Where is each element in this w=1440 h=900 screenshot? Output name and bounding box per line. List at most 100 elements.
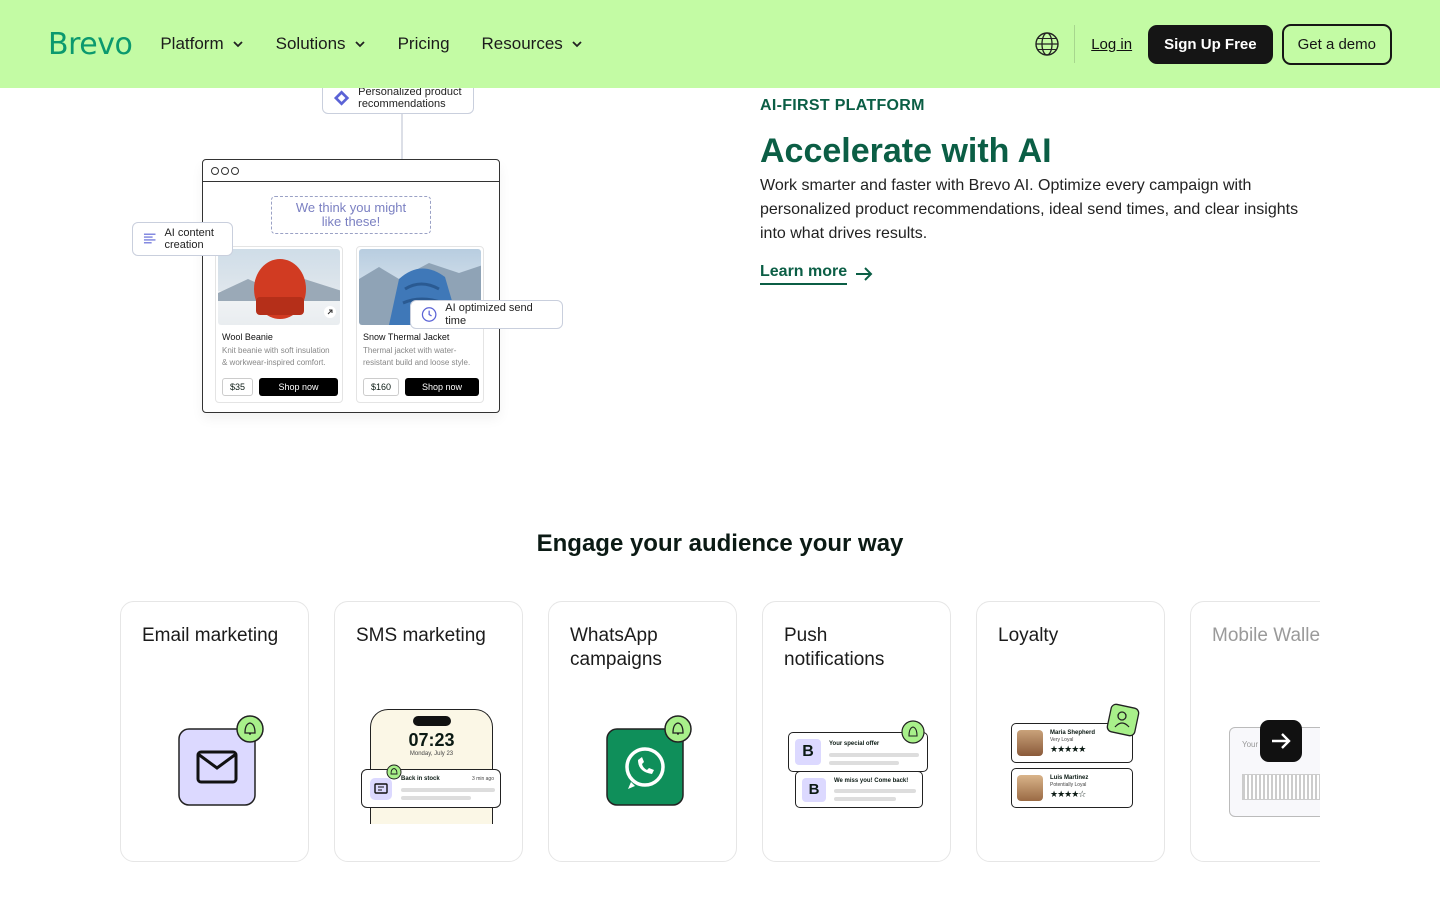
channel-cards: Email marketing SMS marketing 07:23 Mond… [120,601,1320,863]
top-navbar: Brevo Platform Solutions Pricing Resourc… [0,0,1440,88]
card-push-notifications[interactable]: Push notifications B Your special offer … [762,601,951,862]
send-time-badge: AI optimized send time [410,300,563,329]
whatsapp-icon [606,715,692,806]
bell-icon [386,764,402,780]
member-status: Potentially Loyal [1050,782,1087,788]
brevo-b-icon: B [795,739,821,765]
card-email-marketing[interactable]: Email marketing [120,601,309,862]
nav-pricing-label: Pricing [397,34,450,53]
product-title: Snow Thermal Jacket [363,332,450,342]
beanie-image [218,249,340,325]
sign-up-button[interactable]: Sign Up Free [1148,24,1273,64]
login-link[interactable]: Log in [1091,36,1132,53]
member-name: Luis Martinez [1050,775,1089,781]
send-time-badge-label: AI optimized send time [445,302,533,327]
section-eyebrow: AI-FIRST PLATFORM [760,97,925,114]
placeholder-line [834,789,916,793]
card-title: WhatsApp campaigns [570,625,662,670]
phone-notch [412,716,451,726]
phone-date: Monday, July 23 [409,751,454,757]
suggestion-text: We think you might like these! [271,196,431,234]
nav-solutions[interactable]: Solutions [276,34,366,54]
arrow-right-icon [1272,733,1291,749]
ai-content-badge: AI content creation [132,222,233,256]
card-title: Loyalty [998,625,1059,646]
user-badge-icon [1106,703,1140,737]
window-dot [221,166,229,175]
product-actions: $160 Shop now [363,378,479,396]
loyalty-member-card: Luis Martinez Potentially Loyal ★★★★☆ [1011,768,1133,808]
suggestion-line-1: We think you might [295,200,407,215]
product-actions: $35 Shop now [222,378,338,396]
avatar [1017,775,1043,801]
arrow-right-icon [856,267,873,281]
recommendation-badge-label: Personalized product recommendations [358,85,462,110]
header-divider [1074,25,1076,63]
card-sms-marketing[interactable]: SMS marketing 07:23 Monday, July 23 Back… [334,601,523,862]
card-mobile-wallet[interactable]: Mobile Walle Your [1190,601,1320,862]
product-description: Thermal jacket with water-resistant buil… [363,346,471,367]
email-preview-window: We think you might like these! Wool Bean… [202,159,500,413]
nav-pricing[interactable]: Pricing [398,34,450,54]
chevron-down-icon [354,41,365,48]
push-title: Your special offer [829,741,880,747]
notification-time: 3 min ago [472,776,494,782]
learn-more-link[interactable]: Learn more [760,263,873,285]
placeholder-line [829,761,899,765]
push-title: We miss you! Come back! [834,778,909,784]
window-dot [231,166,239,175]
placeholder-line [829,753,919,757]
card-whatsapp[interactable]: WhatsApp campaigns [548,601,737,862]
nav-resources[interactable]: Resources [482,34,583,54]
bell-icon [901,720,925,744]
product-card: Wool Beanie Knit beanie with soft insula… [215,246,343,403]
next-arrow-button[interactable] [1260,720,1302,762]
card-loyalty[interactable]: Loyalty Maria Shepherd Very Loyal ★★★★★ … [976,601,1165,862]
card-title: Email marketing [142,625,279,646]
nav-platform[interactable]: Platform [160,34,243,54]
nav-solutions-label: Solutions [275,34,346,53]
nav-platform-label: Platform [160,34,224,53]
brevo-b-icon: B [802,778,826,802]
window-dot [211,166,219,175]
learn-more-label: Learn more [760,263,848,285]
card-title: SMS marketing [356,625,486,646]
chevron-down-icon [572,41,582,48]
clock-icon [421,307,437,322]
member-status: Very Loyal [1050,737,1074,743]
text-lines-icon [143,233,156,244]
chat-icon [370,778,392,800]
ai-content-badge-label: AI content creation [164,226,214,251]
suggestion-line-2: like these! [321,214,381,229]
channels-title: Engage your audience your way [536,530,904,557]
member-name: Maria Shepherd [1050,730,1096,736]
push-notification: B We miss you! Come back! [795,771,923,808]
notification-title: Back in stock [401,776,440,782]
avatar [1017,730,1043,756]
wallet-text: Your [1242,740,1259,749]
placeholder-line [834,797,896,801]
sms-notification: Back in stock 3 min ago [361,764,501,808]
shop-now-button[interactable]: Shop now [259,378,338,396]
main-nav: Platform Solutions Pricing Resources [160,34,582,54]
rating-stars: ★★★★★ [1050,744,1086,754]
placeholder-line [401,788,495,792]
shop-now-button[interactable]: Shop now [405,378,479,396]
phone-time: 07:23 [408,730,455,750]
nav-resources-label: Resources [481,34,563,53]
barcode [1242,774,1320,800]
product-title: Wool Beanie [222,332,273,342]
rating-stars: ★★★★☆ [1050,789,1086,799]
card-title: Push notifications [784,625,885,670]
globe-icon[interactable] [1034,31,1060,57]
header-actions: Log in Sign Up Free Get a demo [1034,23,1392,65]
feature-description: Work smarter and faster with Brevo AI. O… [760,177,1299,242]
placeholder-line [401,796,471,800]
envelope-icon [178,715,264,806]
product-price: $35 [222,378,254,396]
product-price: $160 [363,378,400,396]
brevo-logo[interactable]: Brevo [48,27,133,62]
get-demo-button[interactable]: Get a demo [1281,23,1392,65]
feature-title: Accelerate with AI [760,132,1052,170]
browser-bar [203,160,499,182]
